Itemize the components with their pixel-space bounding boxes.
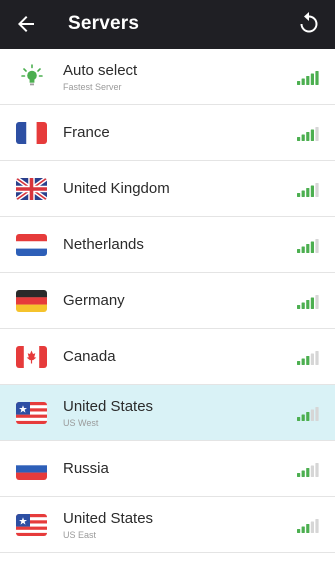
signal-bar xyxy=(306,412,310,421)
signal-strength-icon xyxy=(297,407,321,421)
server-name: United Kingdom xyxy=(63,180,170,197)
signal-bar xyxy=(306,244,310,253)
signal-bar xyxy=(306,188,310,197)
signal-strength-icon xyxy=(297,463,321,477)
arrow-left-icon xyxy=(18,16,34,32)
signal-strength-icon xyxy=(297,519,321,533)
signal-strength-icon xyxy=(297,351,321,365)
server-row[interactable]: Auto select Fastest Server xyxy=(0,49,335,105)
signal-bar xyxy=(301,246,305,253)
server-row[interactable]: United States US West xyxy=(0,385,335,441)
signal-bar xyxy=(301,358,305,365)
server-name: United States xyxy=(63,510,154,527)
signal-strength-icon xyxy=(297,183,321,197)
flag-netherlands-icon xyxy=(16,234,47,256)
server-row[interactable]: United States US East xyxy=(0,497,335,553)
server-row[interactable]: Russia xyxy=(0,441,335,497)
signal-bar xyxy=(301,470,305,477)
server-name: Netherlands xyxy=(63,236,144,253)
signal-bar xyxy=(297,361,301,365)
server-subtitle: Fastest Server xyxy=(63,82,122,92)
signal-bar xyxy=(297,529,301,533)
signal-bar xyxy=(315,519,319,533)
flag-germany-icon xyxy=(16,290,47,312)
flag-uk-icon xyxy=(16,178,47,200)
signal-bar xyxy=(310,185,314,197)
server-row[interactable]: Netherlands xyxy=(0,217,335,273)
signal-bar xyxy=(297,193,301,197)
flag-usa-icon xyxy=(16,402,47,424)
signal-bar xyxy=(306,300,310,309)
signal-bar xyxy=(301,134,305,141)
server-subtitle: US West xyxy=(63,418,99,428)
signal-bar xyxy=(306,132,310,141)
signal-bar xyxy=(297,249,301,253)
signal-bar xyxy=(315,183,319,197)
signal-bar xyxy=(310,409,314,421)
flag-canada-icon xyxy=(16,346,47,368)
signal-bar xyxy=(297,305,301,309)
signal-bar xyxy=(315,351,319,365)
signal-bar xyxy=(301,302,305,309)
flag-france-icon xyxy=(16,122,47,144)
signal-bar xyxy=(315,127,319,141)
top-app-bar: Servers xyxy=(0,0,335,49)
signal-bar xyxy=(301,190,305,197)
server-list: Auto select Fastest Server France United Ki… xyxy=(0,49,335,553)
signal-bar xyxy=(306,356,310,365)
signal-bar xyxy=(301,526,305,533)
signal-bar xyxy=(297,81,301,85)
server-name: France xyxy=(63,124,110,141)
signal-bar xyxy=(310,465,314,477)
server-row[interactable]: United Kingdom xyxy=(0,161,335,217)
signal-bar xyxy=(301,78,305,85)
signal-bar xyxy=(310,353,314,365)
signal-bar xyxy=(297,137,301,141)
signal-bar xyxy=(315,239,319,253)
signal-strength-icon xyxy=(297,71,321,85)
signal-strength-icon xyxy=(297,239,321,253)
signal-bar xyxy=(310,129,314,141)
signal-bar xyxy=(297,417,301,421)
signal-bar xyxy=(310,521,314,533)
signal-bar xyxy=(315,295,319,309)
page-title: Servers xyxy=(68,13,140,34)
signal-bar xyxy=(306,524,310,533)
signal-bar xyxy=(306,76,310,85)
signal-bar xyxy=(310,297,314,309)
refresh-button[interactable] xyxy=(297,11,321,37)
signal-strength-icon xyxy=(297,295,321,309)
signal-bar xyxy=(315,463,319,477)
server-row[interactable]: Canada xyxy=(0,329,335,385)
server-name: United States xyxy=(63,398,154,415)
signal-bar xyxy=(310,241,314,253)
flag-russia-icon xyxy=(16,458,47,480)
refresh-icon xyxy=(300,12,318,33)
server-name: Canada xyxy=(63,348,116,365)
signal-bar xyxy=(301,414,305,421)
server-row[interactable]: Germany xyxy=(0,273,335,329)
flag-usa-icon xyxy=(16,514,47,536)
signal-strength-icon xyxy=(297,127,321,141)
signal-bar xyxy=(310,73,314,85)
server-row[interactable]: France xyxy=(0,105,335,161)
server-subtitle: US East xyxy=(63,530,97,540)
signal-bar xyxy=(315,407,319,421)
signal-bar xyxy=(315,71,319,85)
server-name: Germany xyxy=(63,292,125,309)
server-name: Auto select xyxy=(63,62,138,79)
signal-bar xyxy=(297,473,301,477)
server-name: Russia xyxy=(63,460,109,477)
lightbulb-icon xyxy=(21,64,43,88)
signal-bar xyxy=(306,468,310,477)
back-button[interactable] xyxy=(14,12,38,36)
